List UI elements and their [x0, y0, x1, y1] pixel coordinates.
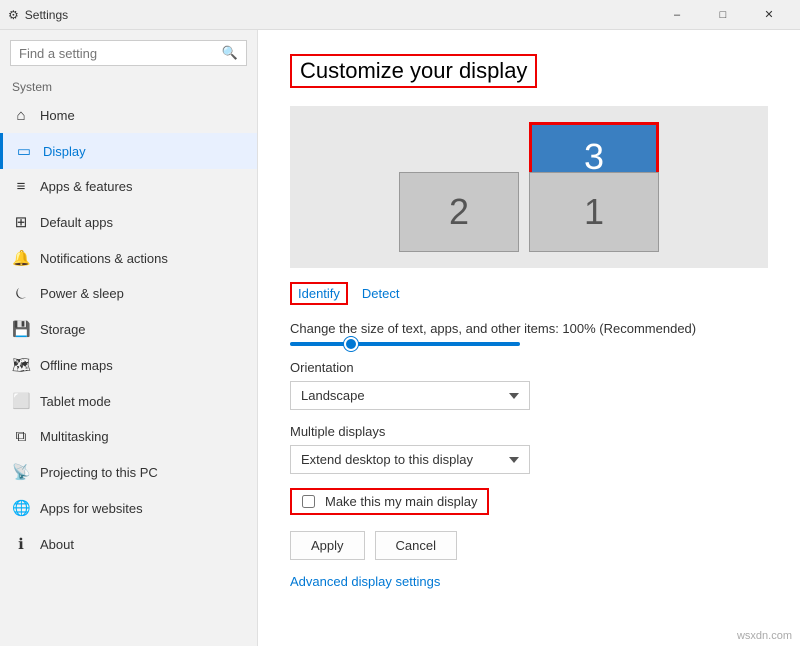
- sidebar-item-label: Projecting to this PC: [40, 465, 158, 480]
- display-actions: Identify Detect: [290, 282, 768, 305]
- sidebar-item-about[interactable]: ℹ About: [0, 526, 257, 562]
- slider-label: Change the size of text, apps, and other…: [290, 321, 768, 336]
- multiple-displays-select[interactable]: Duplicate these displays Extend desktop …: [290, 445, 530, 474]
- minimize-button[interactable]: –: [654, 0, 700, 30]
- monitor-1-label: 1: [584, 191, 604, 233]
- multiple-displays-label: Multiple displays: [290, 424, 768, 439]
- orientation-select[interactable]: Landscape Portrait Landscape (flipped) P…: [290, 381, 530, 410]
- sidebar-item-label: Default apps: [40, 215, 113, 230]
- sidebar-item-offline-maps[interactable]: 🗺 Offline maps: [0, 347, 257, 383]
- sidebar-item-label: Storage: [40, 322, 86, 337]
- main-display-label: Make this my main display: [325, 494, 477, 509]
- monitor-2[interactable]: 2: [399, 172, 519, 252]
- sidebar-section-label: System: [0, 72, 257, 98]
- settings-icon: ⚙: [8, 8, 19, 22]
- notifications-icon: 🔔: [12, 249, 30, 267]
- sidebar-item-label: Home: [40, 108, 75, 123]
- text-size-row: Change the size of text, apps, and other…: [290, 321, 768, 346]
- about-icon: ℹ: [12, 535, 30, 553]
- sidebar-item-display[interactable]: ▭ Display: [0, 133, 257, 169]
- sidebar-item-notifications[interactable]: 🔔 Notifications & actions: [0, 240, 257, 276]
- page-title: Customize your display: [290, 54, 537, 88]
- watermark: wsxdn.com: [737, 630, 792, 642]
- projecting-icon: 📡: [12, 463, 30, 481]
- apps-features-icon: ≡: [12, 178, 30, 195]
- default-apps-icon: ⊞: [12, 213, 30, 231]
- display-preview-area: 3 2 1: [290, 106, 768, 268]
- detect-button[interactable]: Detect: [362, 286, 400, 301]
- sidebar-item-label: Tablet mode: [40, 394, 111, 409]
- restore-button[interactable]: □: [700, 0, 746, 30]
- sidebar: 🔍 System ⌂ Home ▭ Display ≡ Apps & featu…: [0, 30, 258, 646]
- sidebar-item-apps-websites[interactable]: 🌐 Apps for websites: [0, 490, 257, 526]
- sidebar-item-tablet-mode[interactable]: ⬜ Tablet mode: [0, 383, 257, 419]
- display-icon: ▭: [15, 142, 33, 160]
- sidebar-item-label: Offline maps: [40, 358, 113, 373]
- sidebar-item-apps-features[interactable]: ≡ Apps & features: [0, 169, 257, 204]
- sidebar-item-storage[interactable]: 💾 Storage: [0, 311, 257, 347]
- main-layout: 🔍 System ⌂ Home ▭ Display ≡ Apps & featu…: [0, 30, 800, 646]
- title-bar-controls: – □ ✕: [654, 0, 792, 30]
- action-buttons: Apply Cancel: [290, 531, 768, 560]
- close-button[interactable]: ✕: [746, 0, 792, 30]
- monitor-1[interactable]: 1: [529, 172, 659, 252]
- sidebar-item-projecting[interactable]: 📡 Projecting to this PC: [0, 454, 257, 490]
- advanced-display-link[interactable]: Advanced display settings: [290, 574, 440, 589]
- cancel-button[interactable]: Cancel: [375, 531, 457, 560]
- power-sleep-icon: ⏾: [12, 285, 30, 302]
- sidebar-item-label: Multitasking: [40, 429, 109, 444]
- sidebar-item-default-apps[interactable]: ⊞ Default apps: [0, 204, 257, 240]
- apps-websites-icon: 🌐: [12, 499, 30, 517]
- main-display-checkbox[interactable]: [302, 495, 315, 508]
- sidebar-item-label: Display: [43, 144, 86, 159]
- search-input[interactable]: [19, 46, 216, 61]
- title-bar-title: Settings: [25, 8, 68, 22]
- search-box[interactable]: 🔍: [10, 40, 247, 66]
- sidebar-item-label: Apps & features: [40, 179, 133, 194]
- identify-button[interactable]: Identify: [290, 282, 348, 305]
- sidebar-item-home[interactable]: ⌂ Home: [0, 98, 257, 133]
- sidebar-item-label: Notifications & actions: [40, 251, 168, 266]
- sidebar-item-multitasking[interactable]: ⧉ Multitasking: [0, 419, 257, 454]
- size-slider[interactable]: [290, 342, 520, 346]
- sidebar-item-label: Power & sleep: [40, 286, 124, 301]
- main-display-checkbox-label[interactable]: Make this my main display: [290, 488, 489, 515]
- orientation-row: Orientation Landscape Portrait Landscape…: [290, 360, 768, 410]
- sidebar-item-label: About: [40, 537, 74, 552]
- multitasking-icon: ⧉: [12, 428, 30, 445]
- title-bar-left: ⚙ Settings: [8, 8, 68, 22]
- slider-container: [290, 342, 768, 346]
- title-bar: ⚙ Settings – □ ✕: [0, 0, 800, 30]
- monitor-2-label: 2: [449, 191, 469, 233]
- content-area: Customize your display 3 2 1 Identify: [258, 30, 800, 646]
- apply-button[interactable]: Apply: [290, 531, 365, 560]
- sidebar-item-label: Apps for websites: [40, 501, 143, 516]
- multiple-displays-row: Multiple displays Duplicate these displa…: [290, 424, 768, 474]
- search-icon: 🔍: [222, 45, 238, 61]
- sidebar-item-power-sleep[interactable]: ⏾ Power & sleep: [0, 276, 257, 311]
- offline-maps-icon: 🗺: [12, 356, 30, 374]
- home-icon: ⌂: [12, 107, 30, 124]
- main-display-row: Make this my main display: [290, 488, 768, 515]
- monitors-container: 3 2 1: [399, 122, 659, 252]
- storage-icon: 💾: [12, 320, 30, 338]
- orientation-label: Orientation: [290, 360, 768, 375]
- tablet-mode-icon: ⬜: [12, 392, 30, 410]
